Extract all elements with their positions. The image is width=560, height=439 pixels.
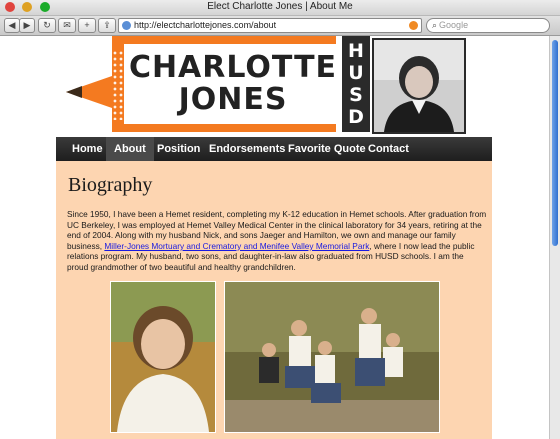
globe-icon [122,21,131,30]
candidate-portrait [372,38,466,134]
browser-toolbar: ◀ ▶ ↻ ✉ + ⇪ http://electcharlottejones.c… [0,16,560,36]
district-letter: D [348,106,364,128]
page-title: Biography [68,174,153,196]
pencil-lead-graphic [66,86,82,98]
nav-position[interactable]: Position [149,137,208,161]
forward-button[interactable]: ▶ [19,18,35,33]
nav-contact[interactable]: Contact [360,137,417,161]
nav-home[interactable]: Home [64,137,111,161]
district-letter: S [349,84,363,106]
header-banner: CHARLOTTE JONES H U S D [66,36,466,134]
main-content: Biography Since 1950, I have been a Heme… [56,161,492,439]
window-title: Elect Charlotte Jones | About Me [207,1,353,12]
biography-text: Since 1950, I have been a Hemet resident… [67,209,487,273]
search-field[interactable]: ⌕ Google [426,18,550,33]
search-placeholder: Google [439,20,469,30]
nav-about[interactable]: About [106,137,154,161]
candidate-last-name: JONES [178,82,288,117]
district-letter: U [348,62,364,84]
scrollbar-thumb[interactable] [552,40,558,246]
page-viewport: CHARLOTTE JONES H U S D Home About Posit… [0,36,549,439]
search-icon: ⌕ [432,20,438,30]
address-url: http://electcharlottejones.com/about [134,20,277,30]
reload-button[interactable]: ↻ [38,18,56,33]
back-button[interactable]: ◀ [4,18,20,33]
family-photo-image [225,282,439,432]
district-label: H U S D [344,40,368,128]
add-bookmark-button[interactable]: + [78,18,96,33]
district-letter: H [348,40,364,62]
window-titlebar: Elect Charlotte Jones | About Me [0,0,560,16]
candidate-photo-image [111,282,215,432]
address-bar[interactable]: http://electcharlottejones.com/about [118,18,422,33]
candidate-photo [110,281,216,433]
screenshot-icon[interactable]: ✉ [58,18,76,33]
family-photo [224,281,440,433]
main-navigation: Home About Position Endorsements Favorit… [56,137,492,161]
business-link[interactable]: Miller-Jones Mortuary and Crematory and … [104,241,369,251]
share-button[interactable]: ⇪ [98,18,116,33]
vertical-scrollbar[interactable] [549,36,560,439]
rss-icon[interactable] [409,21,418,30]
candidate-first-name: CHARLOTTE [128,50,338,85]
portrait-image [374,40,464,132]
